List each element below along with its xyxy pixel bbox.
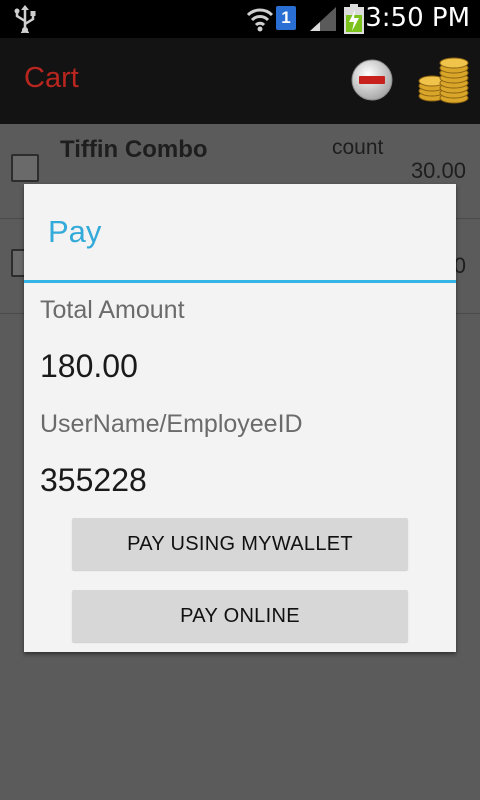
user-id-value: 355228 <box>40 462 147 498</box>
page-title: Cart <box>24 62 79 94</box>
status-bar: 1 3:50 PM <box>0 0 480 39</box>
coins-icon[interactable] <box>416 52 472 108</box>
remove-icon[interactable] <box>350 58 394 102</box>
item-name: Tiffin Combo <box>60 136 208 163</box>
pay-using-mywallet-button[interactable]: PAY USING MYWALLET <box>72 518 408 570</box>
total-amount-value: 180.00 <box>40 348 138 384</box>
battery-charging-icon <box>344 4 364 39</box>
total-amount-label: Total Amount <box>40 296 185 324</box>
usb-icon <box>12 5 38 39</box>
pay-online-button[interactable]: PAY ONLINE <box>72 590 408 642</box>
dialog-divider <box>24 280 456 283</box>
action-bar: Cart <box>0 38 480 124</box>
item-count-label: count <box>332 136 384 159</box>
user-id-label: UserName/EmployeeID <box>40 410 303 438</box>
dialog-title: Pay <box>48 214 102 249</box>
item-checkbox[interactable] <box>11 154 39 182</box>
sim-slot-indicator: 1 <box>276 6 296 30</box>
signal-icon <box>308 5 338 38</box>
pay-dialog: Pay Total Amount 180.00 UserName/Employe… <box>24 184 456 652</box>
status-clock: 3:50 PM <box>365 3 470 33</box>
wifi-icon <box>246 6 274 37</box>
item-price: 30.00 <box>410 158 466 183</box>
